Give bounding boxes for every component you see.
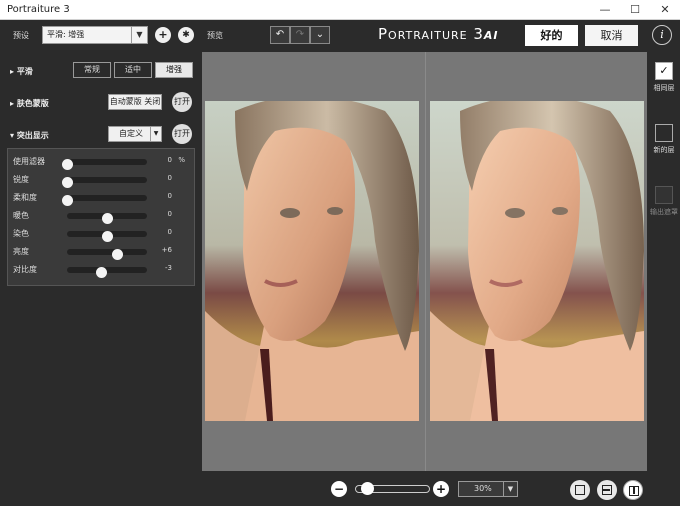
slider-thumb[interactable] (62, 195, 73, 206)
slider-track[interactable] (67, 249, 147, 260)
add-preset-icon[interactable]: + (155, 27, 171, 43)
slider-row-sharpness: 锐度 0 (8, 173, 194, 188)
zoom-chevron-down-icon: ▼ (503, 482, 517, 496)
slider-thumb[interactable] (102, 213, 113, 224)
new-layer-label: 新的层 (653, 146, 675, 154)
preset-value: 平滑: 增强 (47, 30, 85, 39)
preset-label: 预设 (13, 31, 29, 40)
preset-select[interactable]: 平滑: 增强 ▼ (42, 26, 148, 44)
window-title: Portraiture 3 (7, 4, 70, 15)
new-layer-checkbox[interactable] (655, 124, 673, 142)
skin-mask-section-header[interactable]: ▸ 肤色蒙版 (10, 98, 49, 109)
split-horizontal-button[interactable] (597, 480, 617, 500)
smoothing-medium-button[interactable]: 适中 (114, 62, 152, 78)
single-view-icon (575, 485, 585, 495)
gear-icon[interactable]: ✱ (178, 27, 194, 43)
slider-row-softness: 柔和度 0 (8, 191, 194, 206)
help-icon[interactable]: i (652, 25, 672, 45)
split-vertical-button[interactable] (623, 480, 643, 500)
output-mask-checkbox[interactable] (655, 186, 673, 204)
same-layer-label: 相同层 (653, 84, 675, 92)
enhance-open-button[interactable]: 打开 (172, 124, 192, 144)
slider-row-warmth: 暖色 0 (8, 209, 194, 224)
enhance-preset-value: 自定义 (119, 129, 143, 138)
split-vertical-icon (629, 486, 639, 496)
slider-thumb[interactable] (62, 159, 73, 170)
slider-track[interactable] (67, 267, 147, 278)
slider-row-contrast: 对比度 -3 (8, 263, 194, 278)
zoom-out-icon[interactable]: − (331, 481, 347, 497)
slider-thumb[interactable] (102, 231, 113, 242)
maximize-button[interactable]: ☐ (620, 0, 650, 20)
brand-logo: Portraiture 3ai (378, 25, 499, 43)
smoothing-section-header[interactable]: ▸ 平滑 (10, 66, 33, 77)
slider-row-filter: 使用滤器 0 % (8, 155, 194, 170)
slider-thumb[interactable] (96, 267, 108, 278)
top-toolbar: 预设 平滑: 增强 ▼ + ✱ 预览 ↶ ↷ ⌄ Portraiture 3ai… (0, 20, 680, 50)
single-view-button[interactable] (570, 480, 590, 500)
slider-track[interactable] (62, 177, 147, 188)
original-photo (205, 101, 419, 421)
smoothing-normal-button[interactable]: 常规 (73, 62, 111, 78)
slider-row-brightness: 亮度 +6 (8, 245, 194, 260)
enhance-section-header[interactable]: ▾ 突出显示 (10, 130, 49, 141)
minimize-button[interactable]: — (590, 0, 620, 20)
enhance-sliders-panel: 使用滤器 0 % 锐度 0 柔和度 0 暖色 0 染色 0 亮度 +6 对比度 … (7, 148, 195, 286)
ok-button[interactable]: 好的 (525, 25, 578, 46)
slider-track[interactable] (62, 159, 147, 170)
undo-redo-group: ↶ ↷ ⌄ (270, 26, 330, 44)
redo-icon[interactable]: ↷ (290, 26, 310, 44)
slider-row-tint: 染色 0 (8, 227, 194, 242)
slider-thumb[interactable] (62, 177, 73, 188)
auto-mask-button[interactable]: 自动蒙版 关闭 (108, 94, 162, 110)
same-layer-checkbox[interactable]: ✓ (655, 62, 673, 80)
slider-track[interactable] (62, 195, 147, 206)
skin-mask-open-button[interactable]: 打开 (172, 92, 192, 112)
zoom-select[interactable]: 30% ▼ (458, 481, 518, 497)
preview-area[interactable] (202, 52, 647, 471)
zoom-slider-thumb[interactable] (360, 482, 374, 495)
cancel-button[interactable]: 取消 (585, 25, 638, 46)
undo-icon[interactable]: ↶ (270, 26, 290, 44)
slider-track[interactable] (67, 213, 147, 224)
enhance-preset-select[interactable]: 自定义 ▼ (108, 126, 162, 142)
processed-photo (430, 101, 644, 421)
preview-label: 预览 (207, 31, 223, 40)
preview-divider (425, 52, 426, 471)
window-title-bar: Portraiture 3 — ☐ ✕ (0, 0, 680, 20)
chevron-down-icon: ▼ (131, 27, 147, 43)
history-chevron-down-icon[interactable]: ⌄ (310, 26, 330, 44)
zoom-in-icon[interactable]: + (433, 481, 449, 497)
output-mask-label: 输出遮罩 (650, 208, 678, 216)
slider-thumb[interactable] (112, 249, 124, 260)
split-horizontal-icon (602, 485, 612, 495)
slider-track[interactable] (67, 231, 147, 242)
smoothing-strong-button[interactable]: 增强 (155, 62, 193, 78)
close-button[interactable]: ✕ (650, 0, 680, 20)
zoom-value: 30% (474, 484, 492, 493)
enhance-chevron-down-icon: ▼ (150, 127, 161, 141)
